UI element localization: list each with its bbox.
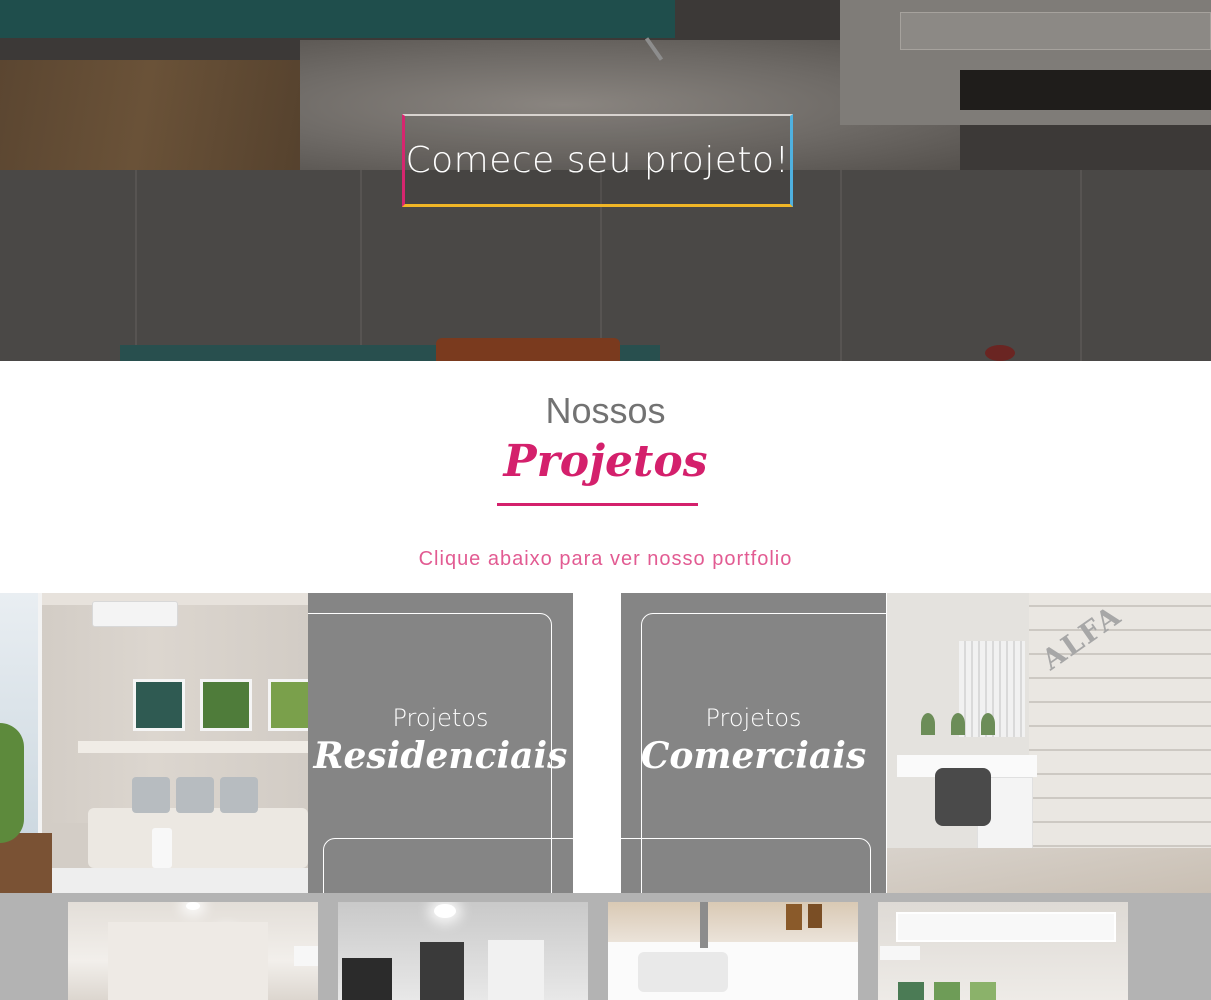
hero-cabinet-shelf — [900, 12, 1211, 50]
start-project-label: Comece seu projeto! — [405, 139, 790, 181]
orchid-vase — [152, 828, 172, 868]
sink — [638, 952, 728, 992]
wall-picture — [342, 958, 392, 1000]
card-label: Residenciais — [313, 735, 568, 777]
card-label: Comerciais — [640, 735, 867, 777]
window-blind — [488, 940, 544, 1000]
sofa-cushion — [132, 777, 170, 813]
hero-wall-panel — [135, 170, 137, 361]
office-floor — [887, 848, 1211, 893]
room-shelf — [78, 741, 308, 753]
residential-project-image[interactable] — [0, 593, 308, 893]
small-plant — [981, 713, 995, 735]
section-title-underline — [497, 503, 698, 506]
small-plant — [921, 713, 935, 735]
ceiling-light — [186, 902, 200, 910]
bottle — [808, 904, 822, 928]
gallery-thumbnail-bedroom-2[interactable] — [338, 902, 588, 1000]
side-table — [0, 833, 52, 893]
ceiling-light — [434, 904, 456, 918]
office-chair — [935, 768, 991, 826]
bottle — [786, 904, 802, 930]
hero-wall-panel — [360, 170, 362, 361]
room-sofa — [88, 808, 308, 868]
wall-picture — [898, 982, 924, 1000]
card-label-small: Projetos — [392, 704, 489, 732]
commercial-projects-card[interactable]: Projetos Comerciais — [621, 593, 886, 893]
hero-cabinet-shelf — [960, 70, 1211, 110]
hero-sofa — [0, 0, 675, 38]
card-frame — [323, 838, 573, 893]
plant — [0, 723, 24, 843]
hero-flowers — [985, 345, 1015, 361]
air-conditioner — [92, 601, 178, 627]
wall-picture — [970, 982, 996, 1000]
gallery-thumbnail-living-room[interactable] — [878, 902, 1128, 1000]
start-project-button[interactable]: Comece seu projeto! — [402, 114, 793, 207]
small-plant — [951, 713, 965, 735]
section-title-small: Nossos — [545, 390, 666, 431]
gallery-thumbnail-bedroom[interactable] — [68, 902, 318, 1000]
air-conditioner — [880, 946, 920, 960]
gallery-thumbnail-bathroom[interactable] — [608, 902, 858, 1000]
hero-wall-panel — [1080, 170, 1082, 361]
wall-picture — [934, 982, 960, 1000]
hero-cushion — [436, 338, 620, 361]
residential-projects-card[interactable]: Projetos Residenciais — [308, 593, 573, 893]
section-title: Projetos — [503, 436, 708, 487]
faucet — [700, 902, 708, 948]
sofa-cushion — [220, 777, 258, 813]
wall-picture — [420, 942, 464, 1000]
air-conditioner — [294, 946, 318, 966]
wall-picture — [133, 679, 185, 731]
wall-picture — [268, 679, 308, 731]
sofa-cushion — [176, 777, 214, 813]
commercial-project-image[interactable]: ALFA — [887, 593, 1211, 893]
hero-wall-panel — [840, 170, 842, 361]
card-label-small: Projetos — [705, 704, 802, 732]
wall-picture — [200, 679, 252, 731]
ceiling-cove — [896, 912, 1116, 942]
section-subtitle: Clique abaixo para ver nosso portfolio — [418, 548, 793, 570]
wall-panel — [108, 922, 268, 1000]
card-frame — [621, 838, 871, 893]
